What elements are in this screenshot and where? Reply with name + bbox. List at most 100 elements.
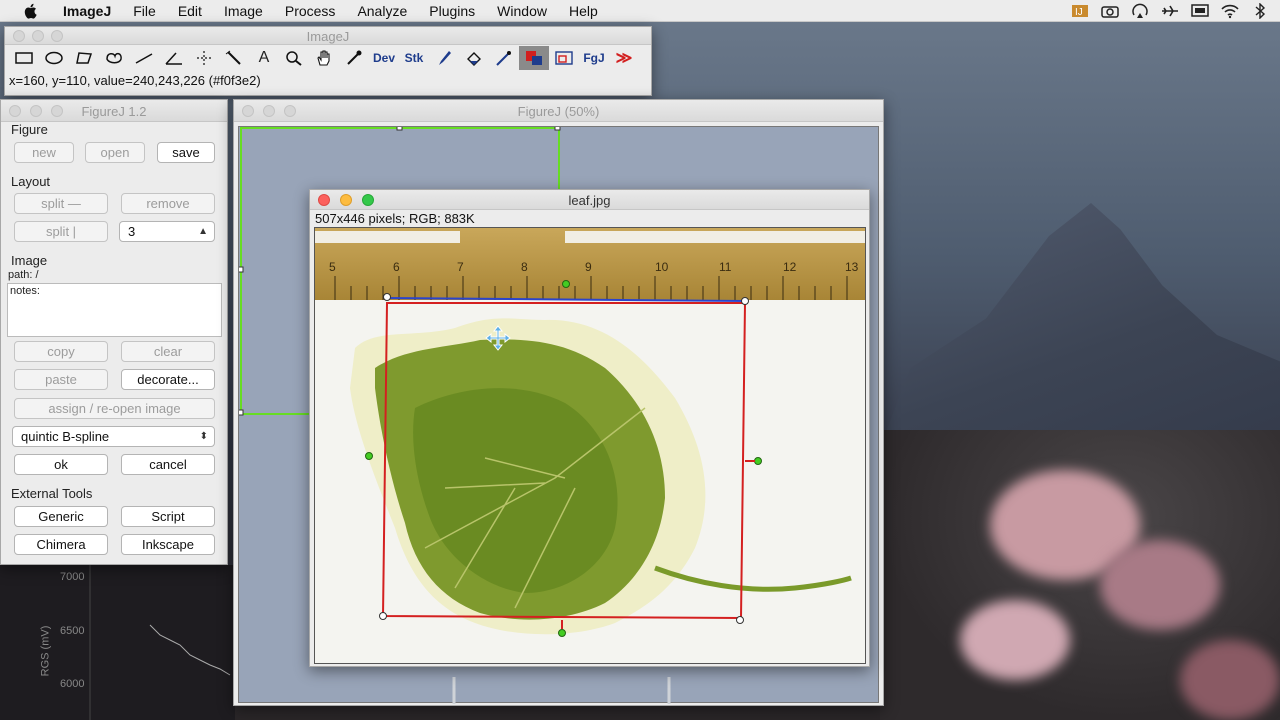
ruler-number: 7 [457,260,464,274]
camera-icon[interactable] [1100,3,1120,19]
menu-plugins[interactable]: Plugins [418,3,486,19]
chimera-button[interactable]: Chimera [14,534,108,555]
menu-analyze[interactable]: Analyze [346,3,418,19]
split-horizontal-button[interactable]: split — [14,193,108,214]
interpolation-select[interactable]: quintic B-spline ⬍ [12,426,215,447]
notes-field[interactable]: notes: [7,283,222,337]
ruler-number: 5 [329,260,336,274]
split-count-value: 3 [128,224,136,239]
stk-menu-icon[interactable]: Stk [399,46,429,70]
leaf-image-window: leaf.jpg 507x446 pixels; RGB; 883K 5 6 7… [309,189,870,667]
bluetooth-icon[interactable] [1250,3,1270,19]
section-figure: Figure [11,122,48,137]
line-tool-icon[interactable] [129,46,159,70]
menu-image[interactable]: Image [213,3,274,19]
inkscape-button[interactable]: Inkscape [121,534,215,555]
imagej-title: ImageJ [306,29,350,44]
airplay-icon[interactable] [1130,3,1150,19]
oval-tool-icon[interactable] [39,46,69,70]
assign-reopen-button[interactable]: assign / re-open image [14,398,215,419]
ruler-number: 6 [393,260,400,274]
image-path: path: / [8,269,39,281]
split-count-select[interactable]: 3 ▲ [119,221,215,242]
zoom-tool-icon[interactable] [279,46,309,70]
dev-menu-icon[interactable]: Dev [369,46,399,70]
section-external-tools: External Tools [11,486,93,501]
plot-trace [89,565,231,720]
section-layout: Layout [11,174,51,189]
color-picker-icon[interactable] [339,46,369,70]
menu-bar: ImageJ File Edit Image Process Analyze P… [0,0,1280,22]
new-button[interactable]: new [14,142,74,163]
figure-canvas-titlebar[interactable]: FigureJ (50%) [234,100,883,122]
svg-text:IJ: IJ [1075,7,1083,18]
desktop-flower [1180,640,1280,720]
background-plot: 7000 6500 6000 RGS (mV) [0,565,235,720]
move-cursor-icon [485,325,511,354]
leaf-image[interactable]: 5 6 7 8 9 10 11 12 13 [314,227,866,664]
color-tool-icon[interactable] [519,46,549,70]
menu-window[interactable]: Window [486,3,558,19]
imagej-tray-icon[interactable]: IJ [1070,3,1090,19]
ruler-number: 8 [521,260,528,274]
menu-process[interactable]: Process [274,3,347,19]
wifi-icon[interactable] [1220,3,1240,19]
brush-tool-icon[interactable] [429,46,459,70]
interpolation-value: quintic B-spline [21,429,110,444]
image-info: 507x446 pixels; RGB; 883K [315,211,475,226]
generic-button[interactable]: Generic [14,506,108,527]
ruler-number: 12 [783,260,797,274]
point-tool-icon[interactable] [189,46,219,70]
cancel-button[interactable]: cancel [121,454,215,475]
section-image: Image [11,253,48,268]
chevron-updown-icon: ▲ [198,226,208,237]
menu-help[interactable]: Help [558,3,609,19]
desktop-flower [960,600,1070,680]
menu-edit[interactable]: Edit [167,3,213,19]
menu-app-name[interactable]: ImageJ [52,3,122,19]
leaf-image-content [315,228,865,637]
ruler-number: 10 [655,260,669,274]
menu-file[interactable]: File [122,3,167,19]
decorate-button[interactable]: decorate... [121,369,215,390]
ruler-number: 11 [719,260,732,274]
clear-button[interactable]: clear [121,341,215,362]
more-tools-icon[interactable]: ≫ [609,46,639,70]
imagej-toolbar-window: ImageJ A Dev Stk FgJ ≫ x=160, y=110, val… [4,26,652,96]
leaf-titlebar[interactable]: leaf.jpg [310,190,869,210]
text-tool-icon[interactable]: A [249,46,279,70]
frame-tool-icon[interactable] [549,46,579,70]
imagej-tools: A Dev Stk FgJ ≫ [5,45,651,71]
desktop-flower [1100,540,1220,630]
figurej-titlebar[interactable]: FigureJ 1.2 [1,100,227,122]
status-tray: IJ [1070,0,1270,22]
imagej-titlebar[interactable]: ImageJ [5,27,651,45]
polygon-tool-icon[interactable] [69,46,99,70]
leaf-title: leaf.jpg [568,193,611,208]
ok-button[interactable]: ok [14,454,108,475]
display-icon[interactable] [1190,3,1210,19]
airplane-icon[interactable] [1160,3,1180,19]
freehand-tool-icon[interactable] [99,46,129,70]
copy-button[interactable]: copy [14,341,108,362]
figurej-tool-icon[interactable]: FgJ [579,46,609,70]
save-button[interactable]: save [157,142,215,163]
open-button[interactable]: open [85,142,145,163]
remove-button[interactable]: remove [121,193,215,214]
pipette-icon[interactable] [489,46,519,70]
rectangle-tool-icon[interactable] [9,46,39,70]
flood-fill-icon[interactable] [459,46,489,70]
figurej-panel-window: FigureJ 1.2 Figure new open save Layout … [0,99,228,565]
split-vertical-button[interactable]: split | [14,221,108,242]
figurej-title: FigureJ 1.2 [81,104,147,119]
script-button[interactable]: Script [121,506,215,527]
notes-label: notes: [10,285,40,297]
paste-button[interactable]: paste [14,369,108,390]
apple-icon[interactable] [22,2,40,20]
chevron-updown-icon: ⬍ [199,431,208,442]
wand-tool-icon[interactable] [219,46,249,70]
angle-tool-icon[interactable] [159,46,189,70]
hand-tool-icon[interactable] [309,46,339,70]
ruler-number: 9 [585,260,592,274]
ruler-number: 13 [845,260,859,274]
